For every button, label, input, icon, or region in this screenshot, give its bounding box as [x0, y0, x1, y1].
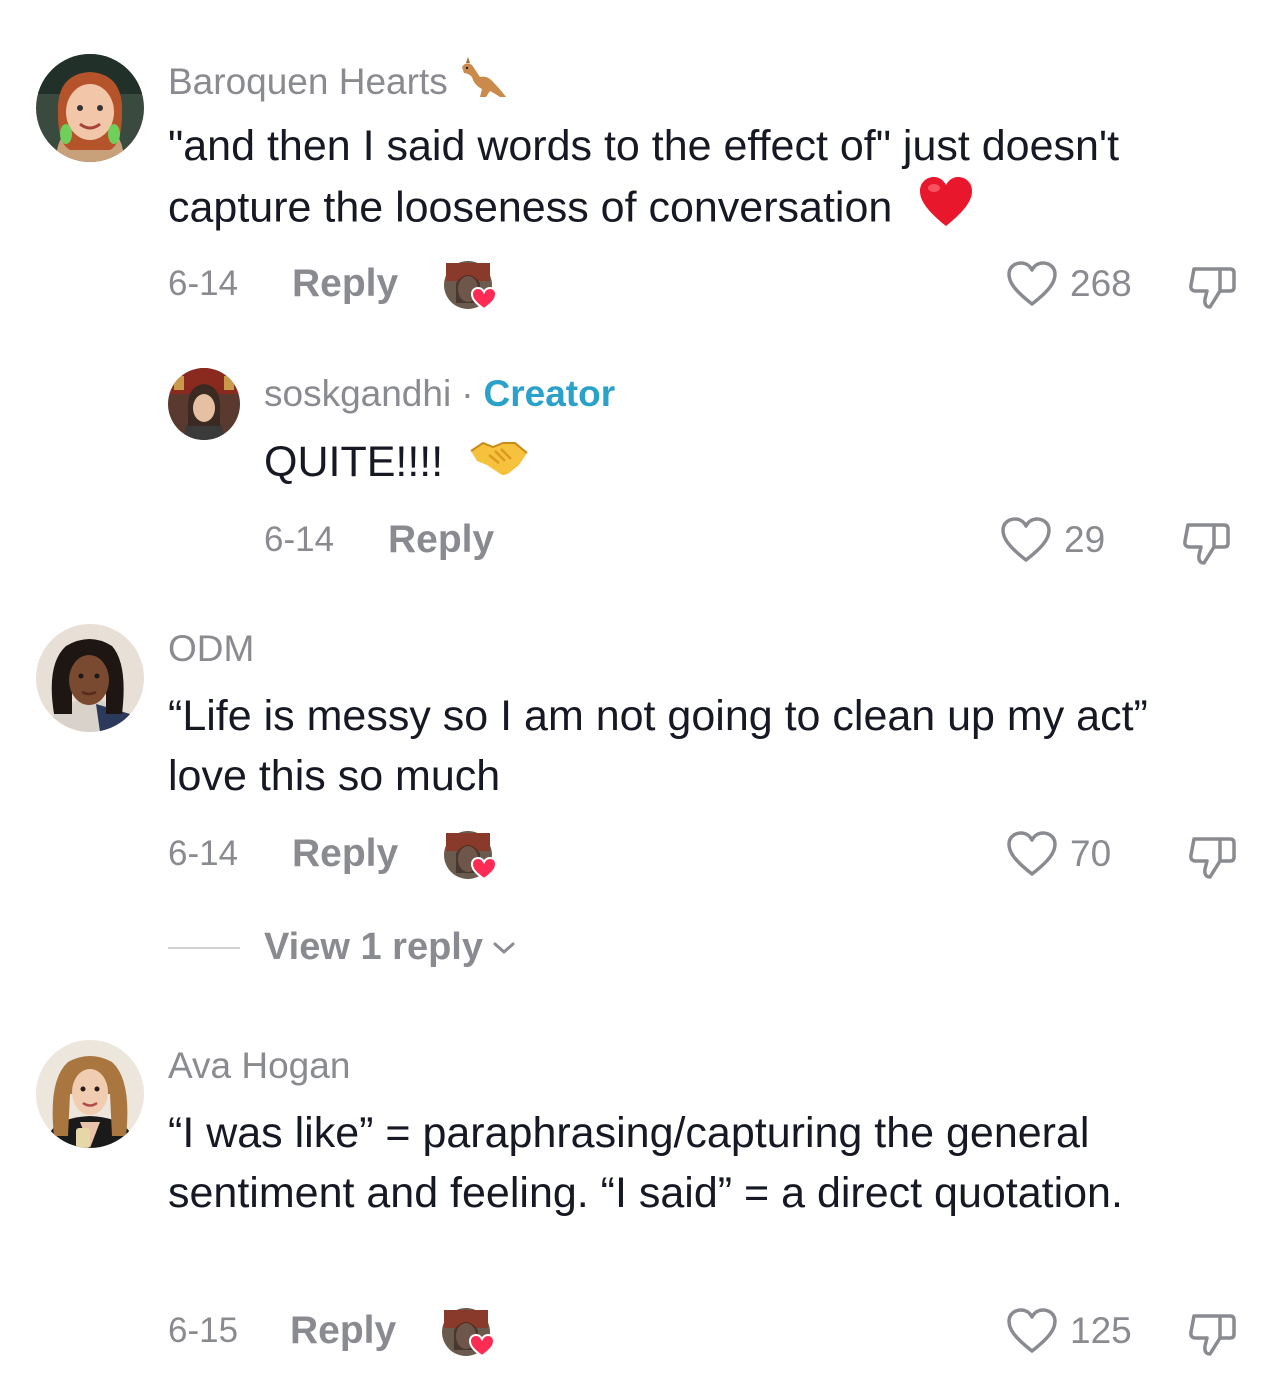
dislike-button[interactable]: [1186, 261, 1238, 327]
view-replies-button[interactable]: View 1 reply: [168, 926, 517, 969]
heart-outline-icon: [1007, 261, 1057, 306]
heart-outline-icon: [1007, 1308, 1057, 1353]
avatar[interactable]: [36, 54, 144, 162]
thumbs-down-icon: [1189, 267, 1236, 309]
like-count: 29: [1064, 519, 1106, 560]
kangaroo-icon: [458, 57, 510, 111]
comment-username[interactable]: ODM: [168, 627, 254, 671]
handshake-icon: [469, 435, 529, 495]
dislike-button[interactable]: [1186, 1308, 1238, 1374]
comment-text: “I was like” = paraphrasing/capturing th…: [168, 1103, 1228, 1223]
like-count: 70: [1070, 833, 1112, 874]
comment-meta: 6-14 Reply 268: [168, 259, 1248, 311]
username-text[interactable]: Baroquen Hearts: [168, 61, 448, 102]
reply-button[interactable]: Reply: [388, 515, 494, 565]
reply-date: 6-14: [264, 520, 335, 559]
comment-date: 6-15: [168, 1311, 239, 1350]
divider: [168, 946, 240, 949]
username-text[interactable]: Ava Hogan: [168, 1045, 350, 1086]
thumbs-down-icon: [1189, 837, 1236, 879]
comment-date: 6-14: [168, 264, 239, 303]
reply-button[interactable]: Reply: [292, 829, 398, 879]
reply-text: QUITE!!!!: [264, 432, 1284, 495]
heart-outline-icon: [1001, 517, 1051, 562]
comment-meta: 6-15 Reply 125: [168, 1306, 1248, 1358]
heart-outline-icon: [1007, 831, 1057, 876]
username-text[interactable]: ODM: [168, 628, 254, 669]
thumbs-down-icon: [1183, 523, 1230, 565]
reply-meta: 6-14 Reply 29: [264, 515, 1244, 565]
creator-liked-icon: [442, 829, 502, 885]
like-button[interactable]: 125: [1006, 1306, 1132, 1356]
dislike-button[interactable]: [1186, 831, 1238, 897]
comment-text: “Life is messy so I am not going to clea…: [168, 686, 1228, 806]
creator-liked-icon: [442, 259, 502, 315]
chevron-down-icon: [493, 942, 515, 953]
like-button[interactable]: 29: [1000, 515, 1105, 565]
thumbs-down-icon: [1189, 1314, 1236, 1356]
creator-liked-icon: [440, 1306, 500, 1362]
like-count: 268: [1070, 263, 1132, 304]
avatar[interactable]: [36, 624, 144, 732]
reply-button[interactable]: Reply: [290, 1306, 396, 1356]
like-count: 125: [1070, 1310, 1132, 1351]
comment-text-content: “Life is messy so I am not going to clea…: [168, 692, 1148, 800]
like-button[interactable]: 70: [1006, 829, 1111, 879]
avatar[interactable]: [36, 1040, 144, 1148]
creator-badge: Creator: [483, 373, 616, 414]
like-button[interactable]: 268: [1006, 259, 1132, 309]
comment-username[interactable]: Ava Hogan: [168, 1044, 350, 1088]
view-replies-label[interactable]: View 1 reply: [264, 926, 483, 969]
comment-date: 6-14: [168, 834, 239, 873]
username-text[interactable]: soskgandhi: [264, 373, 451, 414]
red-heart-icon: [918, 176, 974, 244]
dislike-button[interactable]: [1180, 517, 1232, 583]
reply-username[interactable]: soskgandhi · Creator: [264, 372, 615, 416]
reply-button[interactable]: Reply: [292, 259, 398, 309]
comment-text: "and then I said words to the effect of"…: [168, 116, 1228, 244]
comment-meta: 6-14 Reply 70: [168, 829, 1248, 881]
comment-username[interactable]: Baroquen Hearts: [168, 57, 510, 111]
comment-text-content: "and then I said words to the effect of"…: [168, 122, 1120, 232]
separator-dot: ·: [461, 373, 474, 414]
avatar[interactable]: [168, 368, 240, 440]
reply-text-content: QUITE!!!!: [264, 438, 444, 486]
comment-text-content: “I was like” = paraphrasing/capturing th…: [168, 1109, 1123, 1217]
